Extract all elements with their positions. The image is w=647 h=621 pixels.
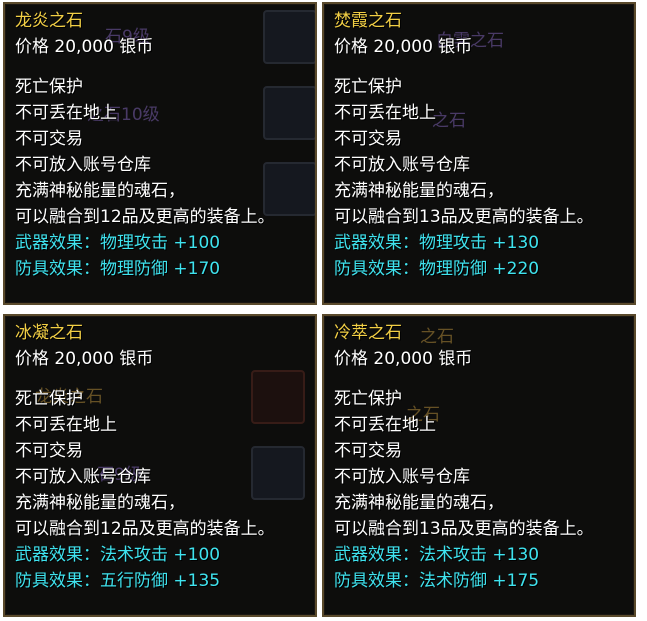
item-tooltip-lengcui: 之石 之石 冷萃之石 价格 20,000 银币 死亡保护 不可丢在地上 不可交易… bbox=[322, 314, 636, 617]
tag-no-trade: 不可交易 bbox=[334, 441, 402, 461]
item-description: 可以融合到13品及更高的装备上。 bbox=[334, 207, 594, 227]
tag-no-drop: 不可丢在地上 bbox=[334, 415, 436, 435]
item-name: 龙炎之石 bbox=[15, 11, 83, 31]
item-price: 价格 20,000 银币 bbox=[334, 37, 473, 57]
item-tooltip-fenxia: 白霁之石 之石 焚霞之石 价格 20,000 银币 死亡保护 不可丢在地上 不可… bbox=[322, 2, 636, 305]
item-description: 可以融合到12品及更高的装备上。 bbox=[15, 519, 275, 539]
weapon-effect: 武器效果：物理攻击 +100 bbox=[15, 233, 221, 253]
item-tooltip-longyan: 石9级 之石10级 龙炎之石 价格 20,000 银币 死亡保护 不可丢在地上 … bbox=[3, 2, 317, 305]
tag-no-drop: 不可丢在地上 bbox=[15, 103, 117, 123]
tag-no-account-storage: 不可放入账号仓库 bbox=[334, 467, 470, 487]
tag-no-trade: 不可交易 bbox=[15, 441, 83, 461]
item-price: 价格 20,000 银币 bbox=[15, 37, 154, 57]
tag-no-account-storage: 不可放入账号仓库 bbox=[334, 155, 470, 175]
tag-death-protect: 死亡保护 bbox=[15, 77, 83, 97]
item-description: 充满神秘能量的魂石， bbox=[334, 181, 504, 201]
tag-no-account-storage: 不可放入账号仓库 bbox=[15, 155, 151, 175]
weapon-effect: 武器效果：物理攻击 +130 bbox=[334, 233, 540, 253]
armor-effect: 防具效果：物理防御 +170 bbox=[15, 259, 221, 279]
armor-effect: 防具效果：物理防御 +220 bbox=[334, 259, 540, 279]
tag-no-trade: 不可交易 bbox=[334, 129, 402, 149]
weapon-effect: 武器效果：法术攻击 +100 bbox=[15, 545, 221, 565]
armor-effect: 防具效果：法术防御 +175 bbox=[334, 571, 540, 591]
tag-death-protect: 死亡保护 bbox=[334, 77, 402, 97]
tag-no-trade: 不可交易 bbox=[15, 129, 83, 149]
item-name: 冰凝之石 bbox=[15, 323, 83, 343]
tag-death-protect: 死亡保护 bbox=[15, 389, 83, 409]
tag-no-drop: 不可丢在地上 bbox=[334, 103, 436, 123]
tag-no-drop: 不可丢在地上 bbox=[15, 415, 117, 435]
armor-effect: 防具效果：五行防御 +135 bbox=[15, 571, 221, 591]
tag-death-protect: 死亡保护 bbox=[334, 389, 402, 409]
item-description: 充满神秘能量的魂石， bbox=[15, 493, 185, 513]
item-tooltip-bingning: 龙炎之石 石9级 冰凝之石 价格 20,000 银币 死亡保护 不可丢在地上 不… bbox=[3, 314, 317, 617]
weapon-effect: 武器效果：法术攻击 +130 bbox=[334, 545, 540, 565]
item-price: 价格 20,000 银币 bbox=[15, 349, 154, 369]
item-description: 充满神秘能量的魂石， bbox=[334, 493, 504, 513]
tag-no-account-storage: 不可放入账号仓库 bbox=[15, 467, 151, 487]
item-description: 充满神秘能量的魂石， bbox=[15, 181, 185, 201]
item-description: 可以融合到12品及更高的装备上。 bbox=[15, 207, 275, 227]
item-description: 可以融合到13品及更高的装备上。 bbox=[334, 519, 594, 539]
item-price: 价格 20,000 银币 bbox=[334, 349, 473, 369]
item-name: 焚霞之石 bbox=[334, 11, 402, 31]
item-name: 冷萃之石 bbox=[334, 323, 402, 343]
